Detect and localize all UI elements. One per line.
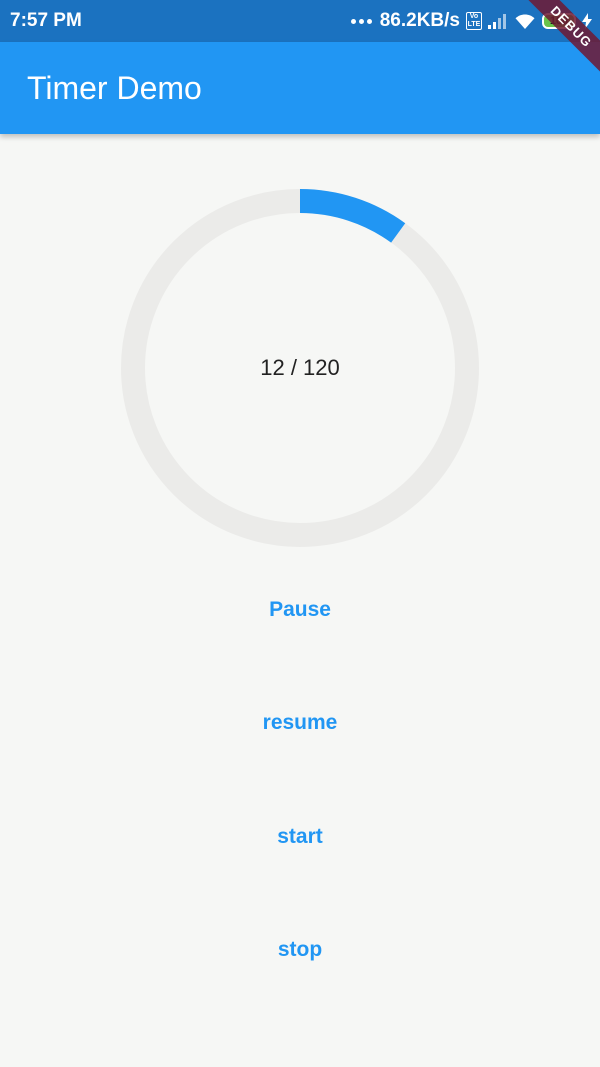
timer-count: 12 / 120 xyxy=(260,355,340,380)
resume-button[interactable]: resume xyxy=(200,698,400,746)
stop-button[interactable]: stop xyxy=(200,925,400,973)
battery-icon: 100 xyxy=(542,13,576,29)
more-dots-icon xyxy=(350,18,372,24)
pause-button[interactable]: Pause xyxy=(200,585,400,633)
circular-timer: 12 / 120 xyxy=(121,189,479,547)
signal-icon xyxy=(488,14,506,29)
wifi-icon xyxy=(515,14,535,29)
charging-icon xyxy=(582,13,592,29)
page-title: Timer Demo xyxy=(27,70,202,106)
status-time: 7:57 PM xyxy=(10,10,82,31)
app-bar: Timer Demo xyxy=(0,42,600,134)
status-icons: 86.2KB/s Vo LTE 100 xyxy=(350,9,592,33)
start-button[interactable]: start xyxy=(200,812,400,860)
network-speed: 86.2KB/s xyxy=(379,10,460,31)
volte-icon: Vo LTE xyxy=(466,12,482,30)
status-bar: 7:57 PM 86.2KB/s Vo LTE 100 xyxy=(0,0,600,42)
